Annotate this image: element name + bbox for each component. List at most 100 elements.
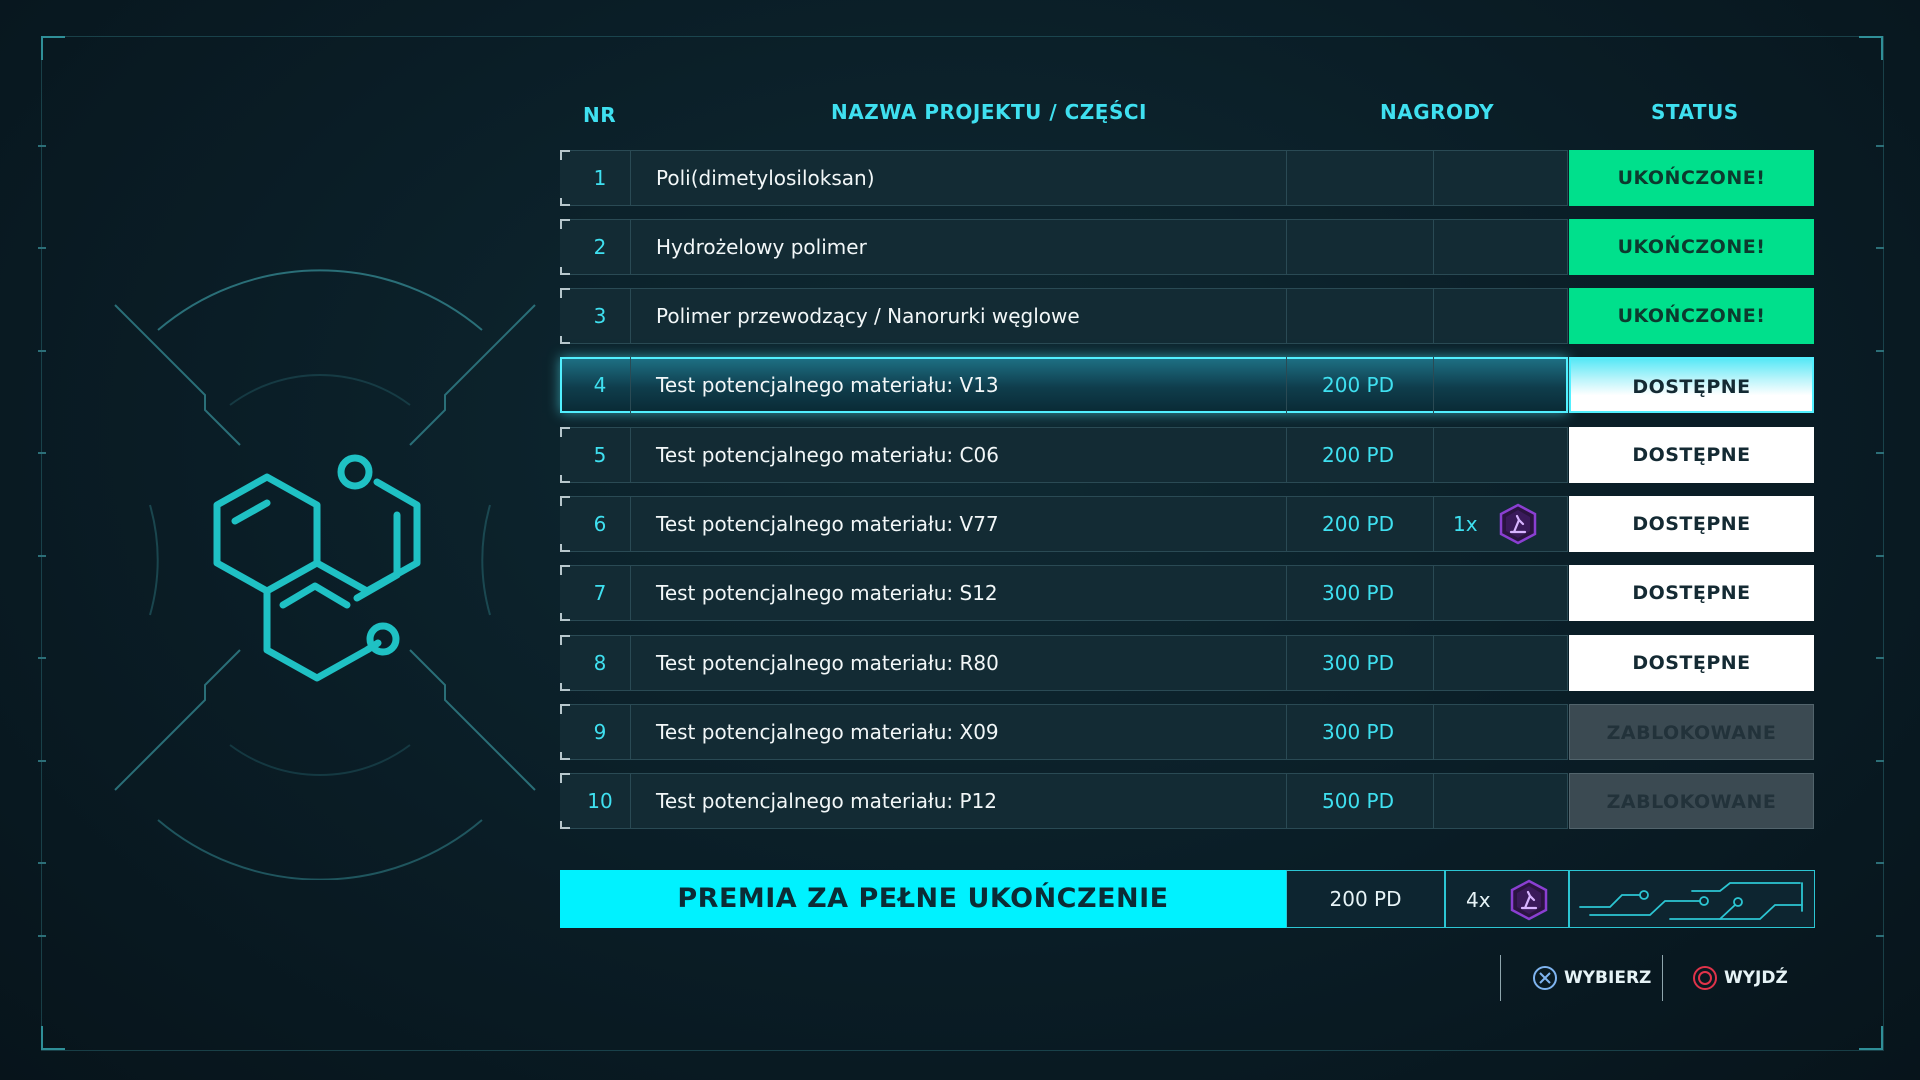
circuit-lines-icon	[1579, 882, 1803, 920]
research-token-icon	[1510, 879, 1548, 921]
frame-tick	[38, 350, 46, 352]
row-divider	[630, 704, 631, 760]
row-reward-points	[1286, 150, 1430, 206]
completion-bonus-points: 200 PD	[1286, 870, 1445, 928]
frame-tick	[1876, 145, 1884, 147]
button-prompts: WYBIERZ WYJDŹ	[1500, 955, 1820, 1005]
row-reward-points: 200 PD	[1322, 512, 1394, 536]
frame-tick	[38, 657, 46, 659]
row-reward-points: 300 PD	[1322, 720, 1394, 744]
row-project-name: Test potencjalnego materiału: S12	[656, 581, 998, 605]
row-project-name: Test potencjalnego materiału: X09	[656, 720, 999, 744]
row-reward-item	[1433, 219, 1560, 275]
table-row[interactable]: 6 Test potencjalnego materiału: V77 200 …	[560, 496, 1815, 552]
row-reward-item	[1433, 565, 1560, 621]
select-label: WYBIERZ	[1564, 968, 1652, 988]
frame-corner	[41, 1026, 65, 1050]
frame-tick	[38, 555, 46, 557]
row-reward-item	[1433, 773, 1560, 829]
select-prompt[interactable]: WYBIERZ	[1532, 965, 1651, 991]
row-reward-item	[1433, 288, 1560, 344]
row-bracket	[560, 773, 570, 829]
header-status: STATUS	[1651, 100, 1739, 124]
row-status-badge: UKOŃCZONE!	[1569, 219, 1814, 275]
frame-tick	[38, 760, 46, 762]
row-reward-item	[1433, 357, 1560, 413]
table-row[interactable]: 10 Test potencjalnego materiału: P12 500…	[560, 773, 1815, 829]
table-row[interactable]: 3 Polimer przewodzący / Nanorurki węglow…	[560, 288, 1815, 344]
row-divider	[630, 288, 631, 344]
table-header: NR NAZWA PROJEKTU / CZĘŚCI NAGRODY STATU…	[0, 100, 1920, 130]
row-divider	[630, 773, 631, 829]
row-status-badge: ZABLOKOWANE	[1569, 773, 1814, 829]
row-project-name: Test potencjalnego materiału: V13	[656, 373, 999, 397]
exit-prompt[interactable]: WYJDŹ	[1692, 965, 1788, 991]
prompt-separator	[1500, 955, 1501, 1001]
row-bracket	[560, 288, 570, 344]
row-reward-points: 200 PD	[1322, 373, 1394, 397]
row-reward-item	[1433, 150, 1560, 206]
reward-quantity: 1x	[1453, 512, 1478, 536]
table-row[interactable]: 1 Poli(dimetylosiloksan) UKOŃCZONE!	[560, 150, 1815, 206]
frame-tick	[38, 862, 46, 864]
completion-bonus-bar: PREMIA ZA PEŁNE UKOŃCZENIE 200 PD 4x	[560, 870, 1815, 928]
row-reward-item: 1x	[1433, 496, 1560, 552]
row-divider	[630, 150, 631, 206]
header-name: NAZWA PROJEKTU / CZĘŚCI	[831, 100, 1147, 124]
frame-tick	[1876, 452, 1884, 454]
table-row[interactable]: 2 Hydrożelowy polimer UKOŃCZONE!	[560, 219, 1815, 275]
row-status-badge: DOSTĘPNE	[1569, 357, 1814, 413]
molecule-icon	[213, 454, 421, 682]
row-status-badge: DOSTĘPNE	[1569, 635, 1814, 691]
row-project-name: Test potencjalnego materiału: R80	[656, 651, 999, 675]
research-token-icon	[1499, 503, 1537, 545]
table-row[interactable]: 8 Test potencjalnego materiału: R80 300 …	[560, 635, 1815, 691]
circuit-decoration	[1569, 870, 1815, 928]
frame-tick	[1876, 935, 1884, 937]
row-project-name: Polimer przewodzący / Nanorurki węglowe	[656, 304, 1080, 328]
row-number: 1	[593, 166, 607, 190]
row-number: 2	[593, 235, 607, 259]
header-rewards: NAGRODY	[1380, 100, 1495, 124]
row-number: 8	[593, 651, 607, 675]
reward-quantity: 4x	[1466, 888, 1491, 912]
row-bracket	[560, 496, 570, 552]
molecule-emblem	[114, 269, 536, 880]
frame-corner	[41, 36, 65, 60]
row-number: 4	[593, 373, 607, 397]
completion-bonus-reward: 4x	[1445, 870, 1569, 928]
frame-tick	[38, 145, 46, 147]
row-number: 7	[593, 581, 607, 605]
row-status-badge: UKOŃCZONE!	[1569, 150, 1814, 206]
row-divider	[630, 427, 631, 483]
row-reward-item	[1433, 704, 1560, 760]
frame-tick	[1876, 760, 1884, 762]
frame-tick	[1876, 247, 1884, 249]
row-project-name: Test potencjalnego materiału: C06	[656, 443, 999, 467]
table-row[interactable]: 9 Test potencjalnego materiału: X09 300 …	[560, 704, 1815, 760]
table-row[interactable]: 5 Test potencjalnego materiału: C06 200 …	[560, 427, 1815, 483]
row-divider	[630, 565, 631, 621]
row-status-badge: DOSTĘPNE	[1569, 427, 1814, 483]
row-project-name: Test potencjalnego materiału: V77	[656, 512, 999, 536]
frame-tick	[38, 935, 46, 937]
row-number: 9	[593, 720, 607, 744]
frame-tick	[1876, 555, 1884, 557]
row-project-name: Test potencjalnego materiału: P12	[656, 789, 998, 813]
row-status-badge: UKOŃCZONE!	[1569, 288, 1814, 344]
row-reward-points	[1286, 288, 1430, 344]
row-bracket	[560, 150, 570, 206]
row-reward-points: 300 PD	[1322, 581, 1394, 605]
row-reward-points: 500 PD	[1322, 789, 1394, 813]
table-row[interactable]: 7 Test potencjalnego materiału: S12 300 …	[560, 565, 1815, 621]
row-bracket	[560, 427, 570, 483]
frame-corner	[1859, 1026, 1883, 1050]
row-number: 3	[593, 304, 607, 328]
row-bracket	[560, 704, 570, 760]
row-reward-points: 300 PD	[1322, 651, 1394, 675]
frame-tick	[38, 247, 46, 249]
table-row-selected[interactable]: 4 Test potencjalnego materiału: V13 200 …	[560, 357, 1815, 413]
row-reward-item	[1433, 635, 1560, 691]
row-divider	[630, 496, 631, 552]
row-number: 5	[593, 443, 607, 467]
